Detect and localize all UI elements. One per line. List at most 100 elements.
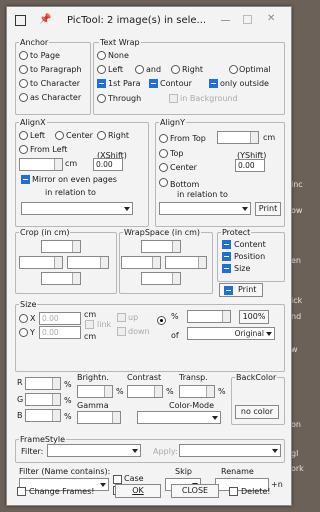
color-r-spinner[interactable] [25,377,61,390]
gamma-spinner[interactable] [77,411,121,424]
crop-left-spinner[interactable] [19,256,63,269]
size-100-button[interactable]: 100% [239,310,269,324]
size-link-checkbox[interactable] [85,320,94,329]
contrast-spinner[interactable] [127,385,163,398]
aligny-from-top-label: From Top [170,134,206,143]
wrap-and-radio[interactable] [135,65,144,74]
anchor-as-character-radio[interactable] [19,93,28,102]
case-checkbox[interactable] [113,475,122,484]
crop-right-spinner[interactable] [67,256,109,269]
ok-button[interactable]: OK [115,484,161,498]
size-legend: Size [19,300,38,309]
aligny-top-radio[interactable] [159,149,168,158]
wrapspace-right-spinner[interactable] [165,256,207,269]
wrapspace-top-spinner[interactable] [141,240,181,253]
wrap-through-radio[interactable] [97,94,106,103]
size-y-radio[interactable] [19,328,28,337]
alignx-from-left-radio[interactable] [19,145,28,154]
size-y-input[interactable]: 0.00 [39,326,81,339]
alignx-from-left-spinner[interactable] [19,158,63,171]
framestyle-filter-dropdown[interactable] [47,444,141,457]
size-up-label: up [128,313,139,322]
protect-size-checkbox[interactable] [222,264,231,273]
aligny-yshift-input[interactable]: 0.00 [235,159,265,172]
aligny-center-radio[interactable] [159,163,168,172]
wrap-optimal-radio[interactable] [229,65,238,74]
wrap-in-background-checkbox[interactable] [169,94,178,103]
crop-bottom-spinner[interactable] [41,272,81,285]
wrapspace-left-spinner[interactable] [121,256,161,269]
pin-icon[interactable]: 📌 [39,14,51,25]
anchor-legend: Anchor [19,38,50,47]
anchor-to-character-radio[interactable] [19,79,28,88]
wrap-left-radio[interactable] [97,65,106,74]
anchor-to-paragraph-radio[interactable] [19,65,28,74]
color-g-label: G [17,395,24,404]
wrap-none-radio[interactable] [97,51,106,60]
wrapspace-legend: WrapSpace (in cm) [123,228,202,237]
transparency-pct: % [218,387,226,396]
aligny-from-top-radio[interactable] [159,134,168,143]
minimize-icon[interactable] [221,20,230,21]
alignx-left-radio[interactable] [19,131,28,140]
print-button[interactable]: Print [255,202,281,216]
alignx-relation-dropdown[interactable] [21,202,133,215]
size-up-checkbox[interactable] [117,313,126,322]
anchor-to-page-label: to Page [30,51,60,60]
size-x-radio[interactable] [19,314,28,323]
rename-label: Rename [221,467,254,476]
alignx-xshift-input[interactable]: 0.00 [93,158,123,171]
color-mode-label: Color-Mode [169,401,215,410]
brightness-spinner[interactable] [77,385,113,398]
anchor-to-character-label: to Character [30,79,81,88]
crop-top-spinner[interactable] [41,240,81,253]
wrapspace-bottom-spinner[interactable] [141,272,181,285]
title-bar[interactable]: 📌 PicTool: 2 image(s) in sele... ✕ [7,7,291,35]
brightness-label: Brightn. [77,373,109,382]
aligny-top-label: Top [170,149,184,158]
contrast-label: Contrast [127,373,162,382]
alignx-left-label: Left [30,131,46,140]
no-color-button[interactable]: no color [235,405,279,419]
wrap-right-radio[interactable] [171,65,180,74]
background-text: inc [291,180,303,189]
size-down-checkbox[interactable] [117,327,126,336]
color-g-spinner[interactable] [25,393,61,406]
size-percent-spinner[interactable] [187,310,231,323]
size-cm2-label: cm [84,332,97,341]
size-link-label: link [97,320,112,329]
close-icon[interactable]: ✕ [267,13,275,24]
maximize-icon[interactable] [243,15,252,24]
size-cm1-label: cm [84,310,97,319]
color-b-spinner[interactable] [25,409,61,422]
framestyle-apply-dropdown[interactable] [179,444,281,457]
transparency-spinner[interactable] [179,385,215,398]
size-of-dropdown[interactable]: Original [187,327,275,340]
alignx-right-radio[interactable] [97,131,106,140]
color-mode-dropdown[interactable] [137,411,221,424]
wrap-first-para-checkbox[interactable] [97,79,106,88]
aligny-bottom-radio[interactable] [159,178,168,187]
delete-checkbox[interactable] [229,487,238,496]
aligny-relation-dropdown[interactable] [159,202,251,215]
protect-position-checkbox[interactable] [222,252,231,261]
anchor-to-paragraph-label: to Paragraph [30,65,82,74]
wrap-only-outside-checkbox[interactable] [209,79,218,88]
print-toggle-button[interactable]: Print [219,283,263,297]
mirror-even-pages-checkbox[interactable] [21,175,30,184]
aligny-from-top-spinner[interactable] [217,131,259,144]
color-g-pct: % [64,396,72,405]
background-text: ow [291,206,303,215]
change-frames-checkbox[interactable] [17,487,26,496]
wrap-contour-checkbox[interactable] [149,79,158,88]
background-text: en [291,256,301,265]
color-r-pct: % [64,380,72,389]
size-x-input[interactable]: 0.00 [39,312,81,325]
window-menu-icon[interactable] [15,15,26,26]
size-percent-radio[interactable] [157,316,166,325]
protect-content-checkbox[interactable] [222,240,231,249]
close-button[interactable]: CLOSE [171,484,219,498]
alignx-center-radio[interactable] [55,131,64,140]
size-y-label: Y [30,328,35,337]
anchor-to-page-radio[interactable] [19,51,28,60]
